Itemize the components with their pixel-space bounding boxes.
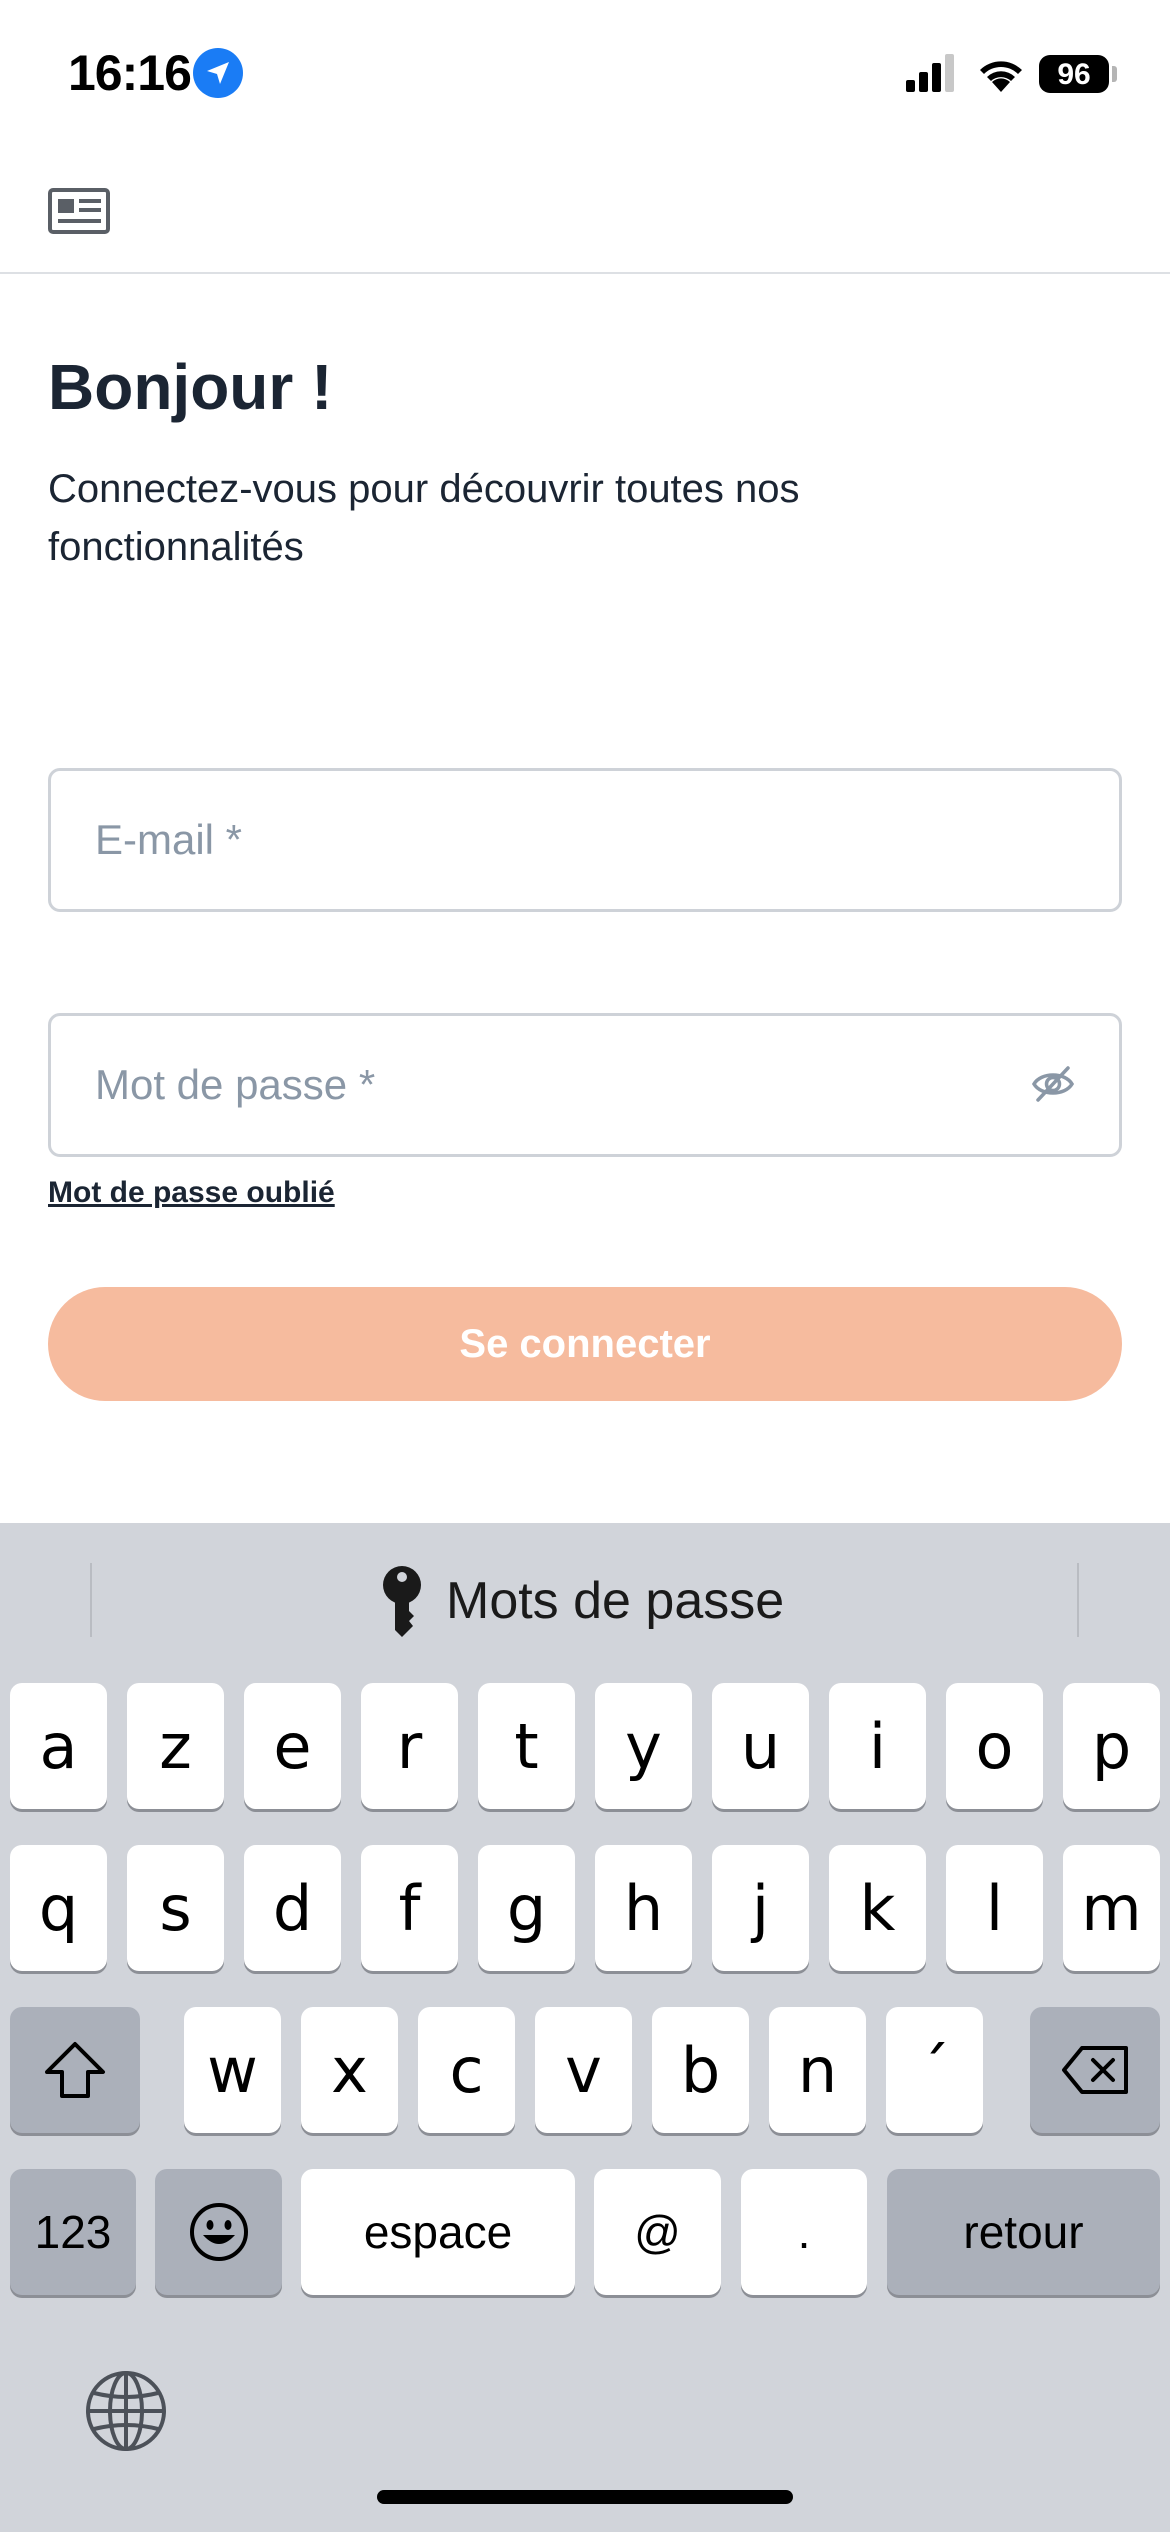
globe-icon[interactable] — [84, 2369, 168, 2453]
key-f[interactable]: f — [361, 1845, 458, 1971]
newspaper-icon[interactable] — [48, 188, 110, 234]
space-key[interactable]: espace — [301, 2169, 575, 2295]
app-header — [0, 150, 1170, 274]
key-z[interactable]: z — [127, 1683, 224, 1809]
eye-slash-icon[interactable] — [1031, 1064, 1075, 1104]
backspace-icon — [1062, 2046, 1128, 2094]
numbers-key[interactable]: 123 — [10, 2169, 136, 2295]
keyboard: Mots de passe a z e r t y u i o p q s d … — [0, 1523, 1170, 2532]
return-key[interactable]: retour — [887, 2169, 1160, 2295]
location-arrow-icon — [193, 48, 243, 98]
battery-indicator: 96 — [1039, 55, 1109, 93]
key-n[interactable]: n — [769, 2007, 866, 2133]
key-e[interactable]: e — [244, 1683, 341, 1809]
key-acute-accent[interactable]: ´ — [886, 2007, 983, 2133]
key-o[interactable]: o — [946, 1683, 1043, 1809]
key-j[interactable]: j — [712, 1845, 809, 1971]
key-u[interactable]: u — [712, 1683, 809, 1809]
key-v[interactable]: v — [535, 2007, 632, 2133]
emoji-key[interactable] — [155, 2169, 282, 2295]
shift-arrow-icon — [45, 2042, 105, 2098]
backspace-key[interactable] — [1030, 2007, 1160, 2133]
suggestion-divider — [1077, 1563, 1079, 1637]
passwords-suggestion[interactable]: Mots de passe — [380, 1565, 784, 1637]
email-field[interactable] — [48, 768, 1122, 912]
shift-key[interactable] — [10, 2007, 140, 2133]
emoji-icon — [189, 2203, 248, 2261]
key-g[interactable]: g — [478, 1845, 575, 1971]
home-indicator — [377, 2490, 793, 2504]
dot-key[interactable]: . — [741, 2169, 867, 2295]
wifi-icon — [980, 61, 1022, 92]
key-d[interactable]: d — [244, 1845, 341, 1971]
key-i[interactable]: i — [829, 1683, 926, 1809]
keyboard-suggestion-bar: Mots de passe — [0, 1523, 1170, 1678]
page-title: Bonjour ! — [48, 351, 333, 423]
key-h[interactable]: h — [595, 1845, 692, 1971]
key-x[interactable]: x — [301, 2007, 398, 2133]
battery-nub — [1112, 66, 1117, 82]
email-input[interactable] — [95, 771, 995, 909]
status-time: 16:16 — [68, 45, 192, 101]
login-button[interactable]: Se connecter — [48, 1287, 1122, 1401]
key-s[interactable]: s — [127, 1845, 224, 1971]
battery-level: 96 — [1057, 58, 1091, 91]
key-y[interactable]: y — [595, 1683, 692, 1809]
password-field[interactable] — [48, 1013, 1122, 1157]
key-l[interactable]: l — [946, 1845, 1043, 1971]
key-k[interactable]: k — [829, 1845, 926, 1971]
key-b[interactable]: b — [652, 2007, 749, 2133]
key-a[interactable]: a — [10, 1683, 107, 1809]
key-p[interactable]: p — [1063, 1683, 1160, 1809]
key-r[interactable]: r — [361, 1683, 458, 1809]
cellular-signal-icon — [906, 54, 954, 92]
suggestion-divider — [90, 1563, 92, 1637]
key-m[interactable]: m — [1063, 1845, 1160, 1971]
key-icon — [383, 1566, 421, 1637]
key-q[interactable]: q — [10, 1845, 107, 1971]
key-w[interactable]: w — [184, 2007, 281, 2133]
page-subtitle: Connectez-vous pour découvrir toutes nos… — [48, 467, 800, 569]
at-key[interactable]: @ — [594, 2169, 721, 2295]
passwords-suggestion-label: Mots de passe — [446, 1572, 785, 1630]
key-c[interactable]: c — [418, 2007, 515, 2133]
forgot-password-link[interactable]: Mot de passe oublié — [48, 1176, 335, 1210]
status-bar: 16:16 96 — [0, 0, 1170, 150]
password-input[interactable] — [95, 1016, 995, 1154]
key-t[interactable]: t — [478, 1683, 575, 1809]
